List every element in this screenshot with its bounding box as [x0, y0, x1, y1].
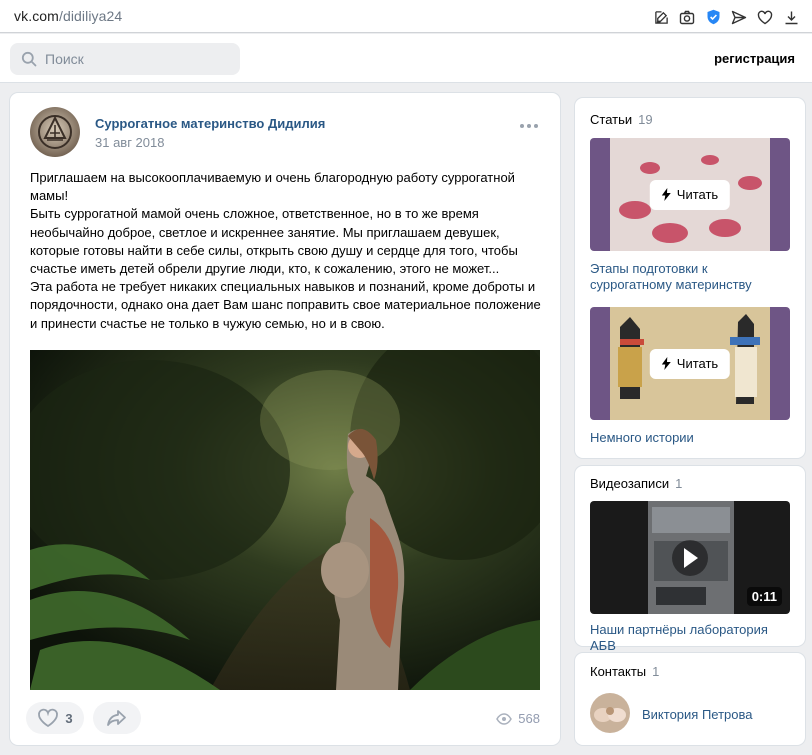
videos-count: 1 [675, 476, 683, 491]
contacts-panel: Контакты 1 Виктория Петрова [575, 653, 805, 745]
post-paragraph: Приглашаем на высокооплачиваемую и очень… [30, 170, 515, 204]
post-text: Приглашаем на высокооплачиваемую и очень… [30, 169, 545, 333]
contacts-count: 1 [652, 664, 660, 679]
contact-name[interactable]: Виктория Петрова [642, 707, 753, 722]
search-box[interactable]: Поиск [10, 43, 240, 75]
share-button[interactable] [93, 702, 141, 734]
video-title[interactable]: Наши партнёры лаборатория АБВ [590, 622, 790, 654]
heart-icon [38, 708, 59, 728]
browser-url-bar: vk.com/didiliya24 [0, 0, 812, 33]
read-label: Читать [676, 187, 719, 202]
articles-count: 19 [638, 112, 653, 127]
lightning-icon [661, 188, 671, 201]
videos-panel: Видеозаписи 1 0:11 Наши партнёры лаборато… [575, 466, 805, 653]
contacts-header[interactable]: Контакты 1 [590, 664, 659, 679]
post-paragraph: Быть суррогатной мамой очень сложное, от… [30, 206, 518, 277]
eye-icon [496, 712, 513, 725]
contacts-title: Контакты [590, 664, 647, 679]
send-icon[interactable] [726, 6, 752, 28]
like-button[interactable]: 3 [26, 702, 84, 734]
search-placeholder: Поиск [45, 51, 84, 67]
like-count: 3 [65, 710, 73, 726]
register-link[interactable]: регистрация [714, 51, 795, 66]
url-bar-actions [648, 6, 804, 28]
url-text[interactable]: vk.com/didiliya24 [14, 8, 122, 24]
post-author[interactable]: Суррогатное материнство Дидилия [95, 116, 325, 131]
views-counter: 568 [496, 711, 540, 726]
views-count: 568 [518, 711, 540, 726]
search-icon [21, 51, 37, 67]
shield-check-icon[interactable] [700, 6, 726, 28]
url-domain: vk.com [14, 8, 59, 24]
download-icon[interactable] [778, 6, 804, 28]
article-thumbnail[interactable]: Читать [590, 138, 790, 251]
wall-post: Суррогатное материнство Дидилия 31 авг 2… [10, 93, 560, 745]
url-path: /didiliya24 [58, 8, 123, 24]
camera-icon[interactable] [674, 6, 700, 28]
post-date[interactable]: 31 авг 2018 [95, 135, 164, 150]
video-thumbnail[interactable]: 0:11 [590, 501, 790, 614]
article-thumbnail[interactable]: Читать [590, 307, 790, 420]
lightning-icon [661, 357, 671, 370]
group-avatar[interactable] [30, 107, 80, 157]
read-label: Читать [676, 356, 719, 371]
site-header: Поиск регистрация [0, 34, 812, 83]
videos-header[interactable]: Видеозаписи 1 [590, 476, 682, 491]
videos-title: Видеозаписи [590, 476, 670, 491]
avatar[interactable] [590, 693, 630, 733]
heart-icon[interactable] [752, 6, 778, 28]
article-title[interactable]: Этапы подготовки к суррогатному материнс… [590, 261, 790, 293]
post-paragraph: Эта работа не требует никаких специальны… [30, 279, 541, 331]
read-article-button[interactable]: Читать [649, 348, 731, 379]
read-article-button[interactable]: Читать [649, 179, 731, 210]
articles-panel: Статьи 19 Читать Этапы подготовки к сурро… [575, 98, 805, 458]
video-duration: 0:11 [746, 587, 782, 606]
more-options-icon[interactable] [520, 124, 538, 128]
share-icon [107, 710, 126, 726]
articles-title: Статьи [590, 112, 633, 127]
edit-icon[interactable] [648, 6, 674, 28]
articles-header[interactable]: Статьи 19 [590, 112, 653, 127]
post-photo[interactable] [30, 350, 540, 690]
article-title[interactable]: Немного истории [590, 430, 790, 446]
